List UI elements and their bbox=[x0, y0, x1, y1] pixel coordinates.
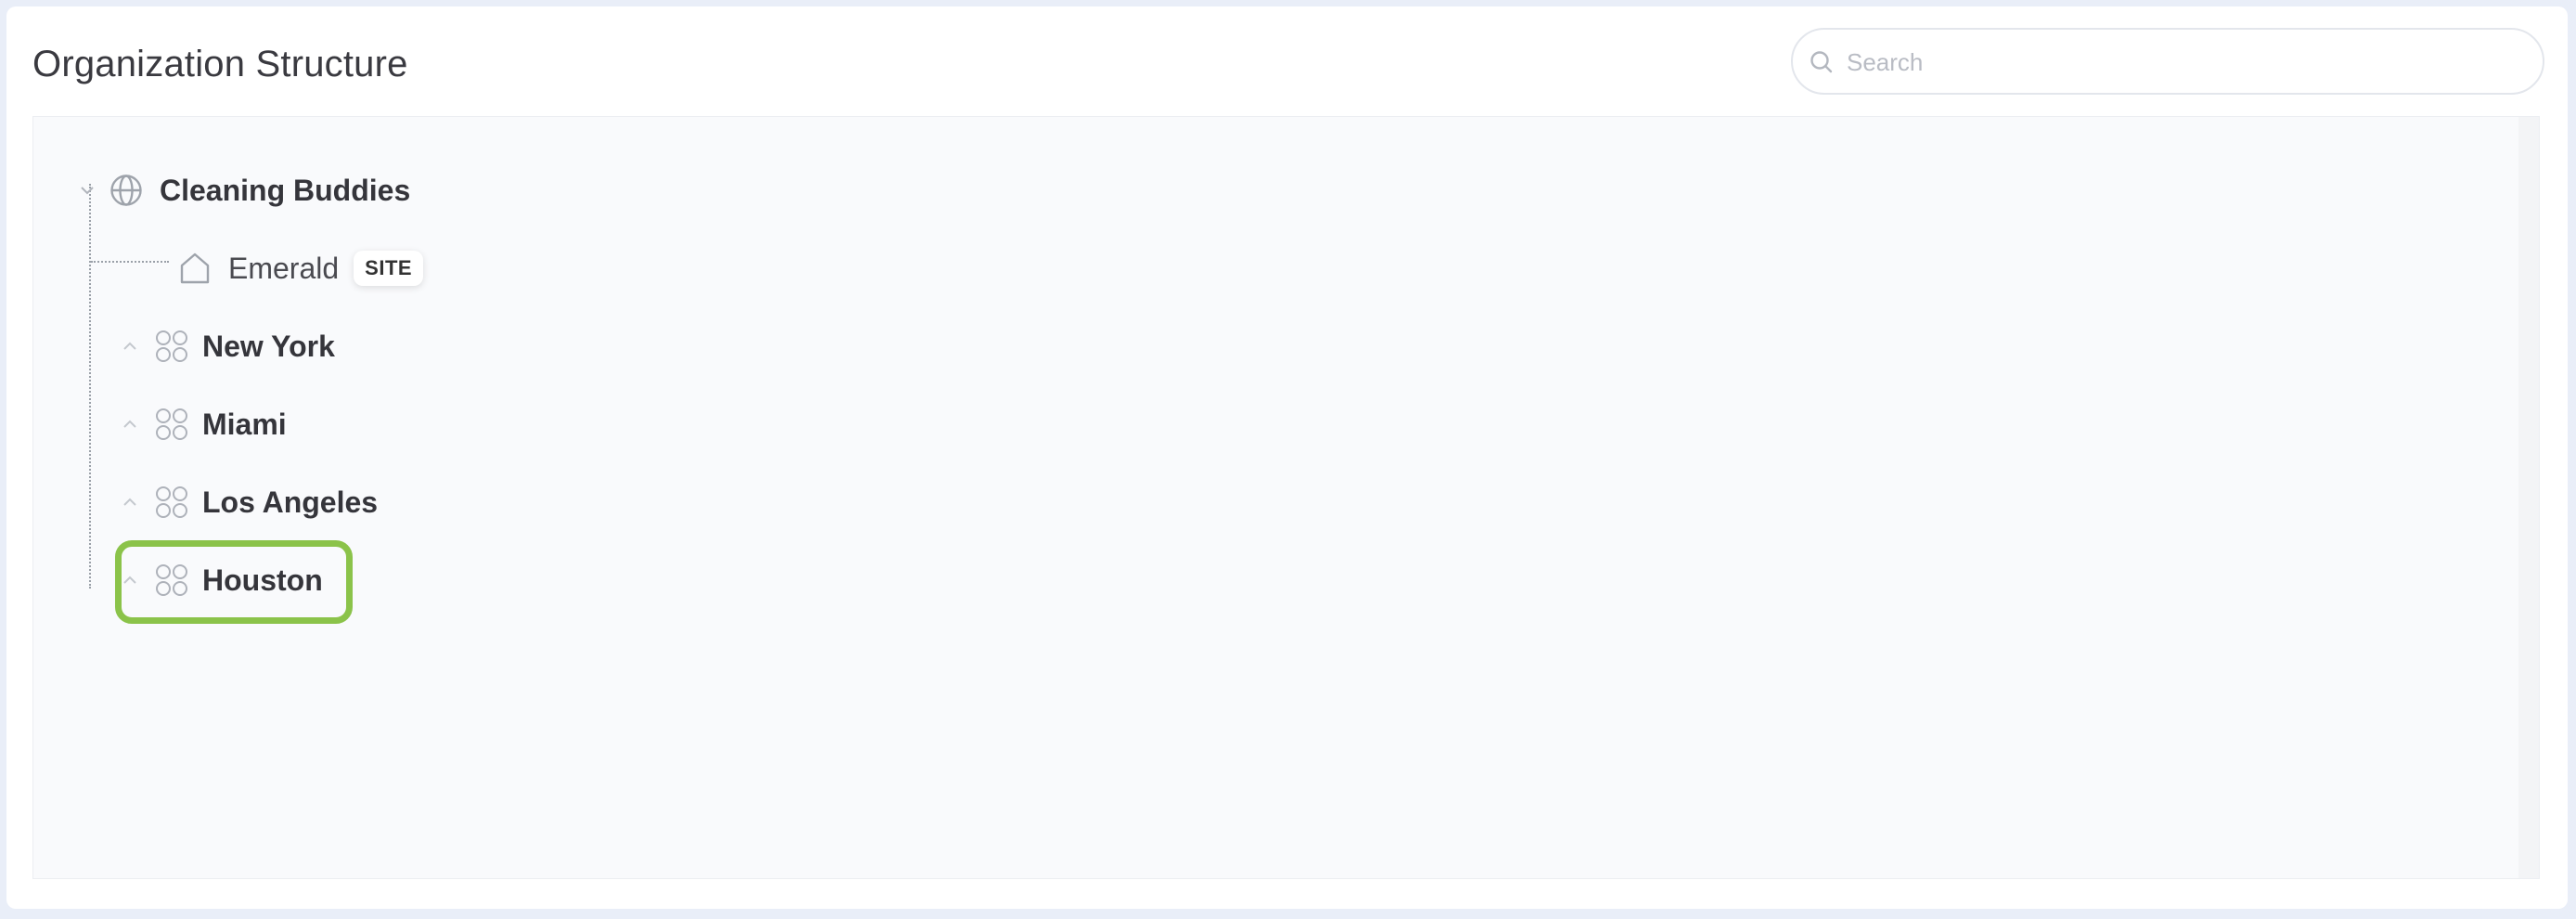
tree-node-label: Emerald bbox=[228, 251, 340, 285]
tree-node-label: Cleaning Buddies bbox=[160, 173, 411, 207]
tree-node-root[interactable]: Cleaning Buddies bbox=[76, 167, 410, 214]
chevron-down-icon[interactable] bbox=[76, 179, 98, 201]
search-box[interactable] bbox=[1791, 28, 2544, 95]
tree-node-label: Houston bbox=[202, 563, 323, 597]
tree-node-group[interactable]: Miami bbox=[119, 401, 287, 447]
tree-scrollbar[interactable] bbox=[2518, 117, 2539, 878]
org-tree: Cleaning Buddies Emerald SITE New York M… bbox=[32, 116, 2540, 879]
site-badge: SITE bbox=[354, 251, 424, 286]
home-icon bbox=[180, 252, 210, 284]
tree-node-group[interactable]: Los Angeles bbox=[119, 479, 378, 525]
group-icon bbox=[156, 330, 187, 362]
group-icon bbox=[156, 564, 187, 596]
tree-node-label: Los Angeles bbox=[202, 485, 379, 519]
tree-node-label: Miami bbox=[202, 407, 287, 441]
search-icon bbox=[1810, 51, 1833, 73]
group-icon bbox=[156, 486, 187, 518]
chevron-up-icon[interactable] bbox=[119, 413, 141, 435]
chevron-up-icon[interactable] bbox=[119, 335, 141, 357]
tree-node-site[interactable]: Emerald SITE bbox=[178, 245, 424, 291]
group-icon bbox=[156, 408, 187, 440]
tree-node-group[interactable]: New York bbox=[119, 323, 335, 369]
tree-node-group[interactable]: Houston bbox=[119, 557, 323, 603]
globe-icon bbox=[110, 175, 142, 206]
search-input[interactable] bbox=[1845, 43, 2517, 82]
tree-branch-line bbox=[91, 261, 169, 263]
tree-node-label: New York bbox=[202, 329, 335, 363]
tree-connector-line bbox=[89, 184, 91, 589]
organization-structure-panel: Organization Structure Cleaning Buddies bbox=[6, 6, 2568, 909]
page-title: Organization Structure bbox=[32, 44, 408, 84]
chevron-up-icon[interactable] bbox=[119, 569, 141, 591]
chevron-up-icon[interactable] bbox=[119, 491, 141, 513]
